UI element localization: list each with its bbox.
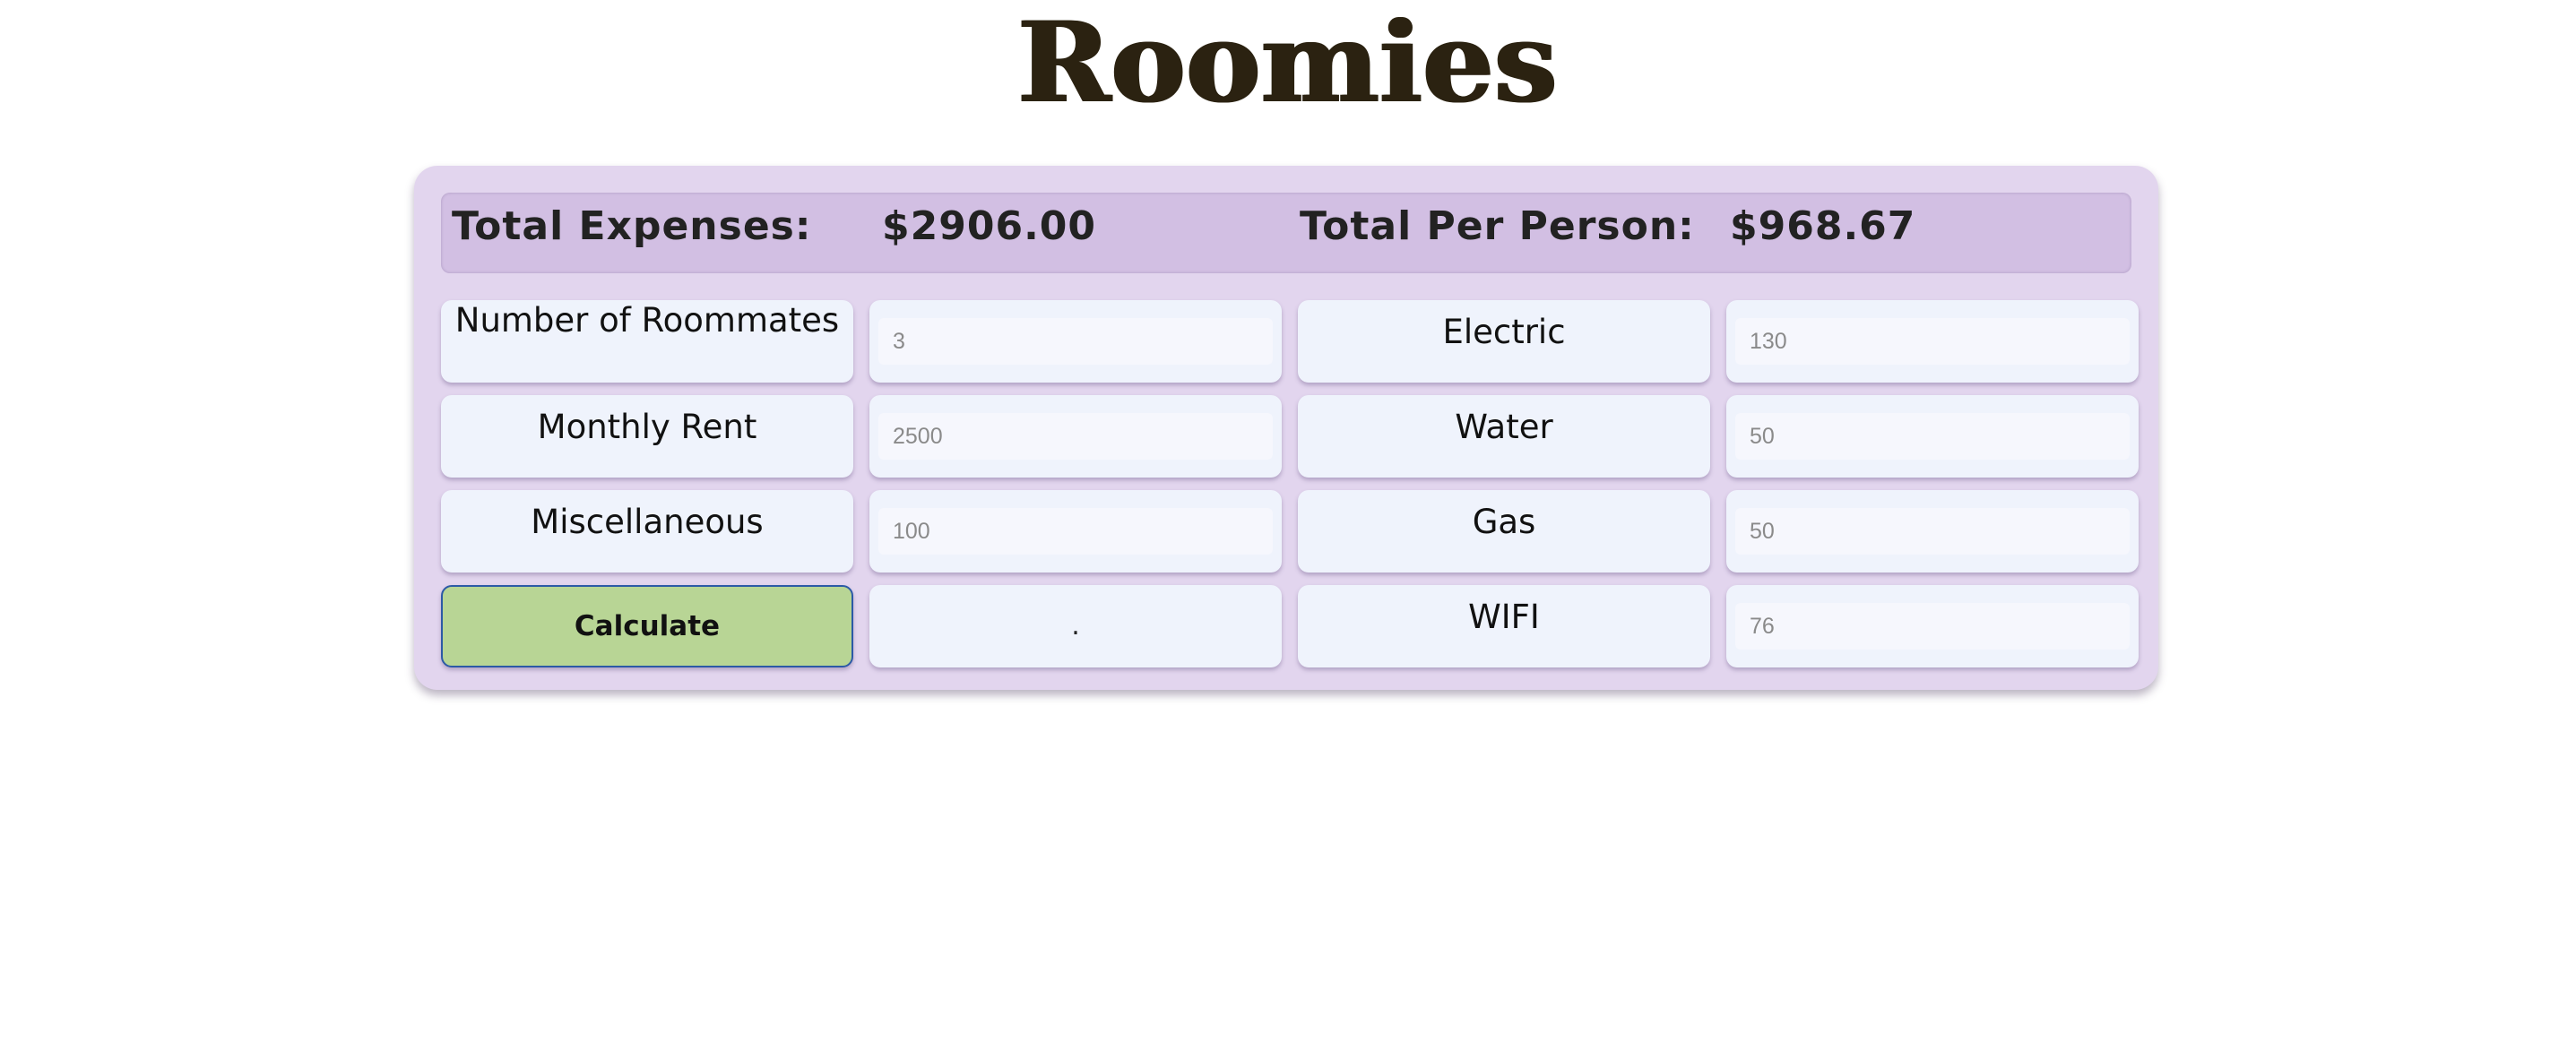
total-expenses-label: Total Expenses: bbox=[452, 203, 812, 249]
electric-field-cell bbox=[1726, 300, 2139, 383]
total-per-person-label: Total Per Person: bbox=[1300, 203, 1695, 249]
gas-label: Gas bbox=[1298, 490, 1710, 573]
rent-field-cell bbox=[869, 395, 1282, 478]
gas-input[interactable] bbox=[1735, 508, 2130, 555]
total-expenses-value: $2906.00 bbox=[882, 203, 1097, 249]
gas-field-cell bbox=[1726, 490, 2139, 573]
roommates-input[interactable] bbox=[878, 318, 1273, 365]
app-title: Roomies bbox=[1017, 0, 1559, 128]
water-label: Water bbox=[1298, 395, 1710, 478]
totals-bar: Total Expenses: $2906.00 Total Per Perso… bbox=[441, 193, 2131, 273]
rent-input[interactable] bbox=[878, 413, 1273, 460]
misc-field-cell bbox=[869, 490, 1282, 573]
wifi-label: WIFI bbox=[1298, 585, 1710, 667]
roommates-label: Number of Roommates bbox=[441, 300, 853, 383]
electric-input[interactable] bbox=[1735, 318, 2130, 365]
calculator-panel: Total Expenses: $2906.00 Total Per Perso… bbox=[414, 166, 2158, 690]
electric-label: Electric bbox=[1298, 300, 1710, 383]
wifi-field-cell bbox=[1726, 585, 2139, 667]
calculate-button[interactable]: Calculate bbox=[441, 585, 853, 667]
rent-label: Monthly Rent bbox=[441, 395, 853, 478]
water-input[interactable] bbox=[1735, 413, 2130, 460]
total-per-person-value: $968.67 bbox=[1730, 203, 1916, 249]
result-output: . bbox=[869, 585, 1282, 667]
page: Roomies Total Expenses: $2906.00 Total P… bbox=[0, 0, 2576, 1059]
water-field-cell bbox=[1726, 395, 2139, 478]
misc-input[interactable] bbox=[878, 508, 1273, 555]
wifi-input[interactable] bbox=[1735, 603, 2130, 650]
roommates-field-cell bbox=[869, 300, 1282, 383]
misc-label: Miscellaneous bbox=[441, 490, 853, 573]
